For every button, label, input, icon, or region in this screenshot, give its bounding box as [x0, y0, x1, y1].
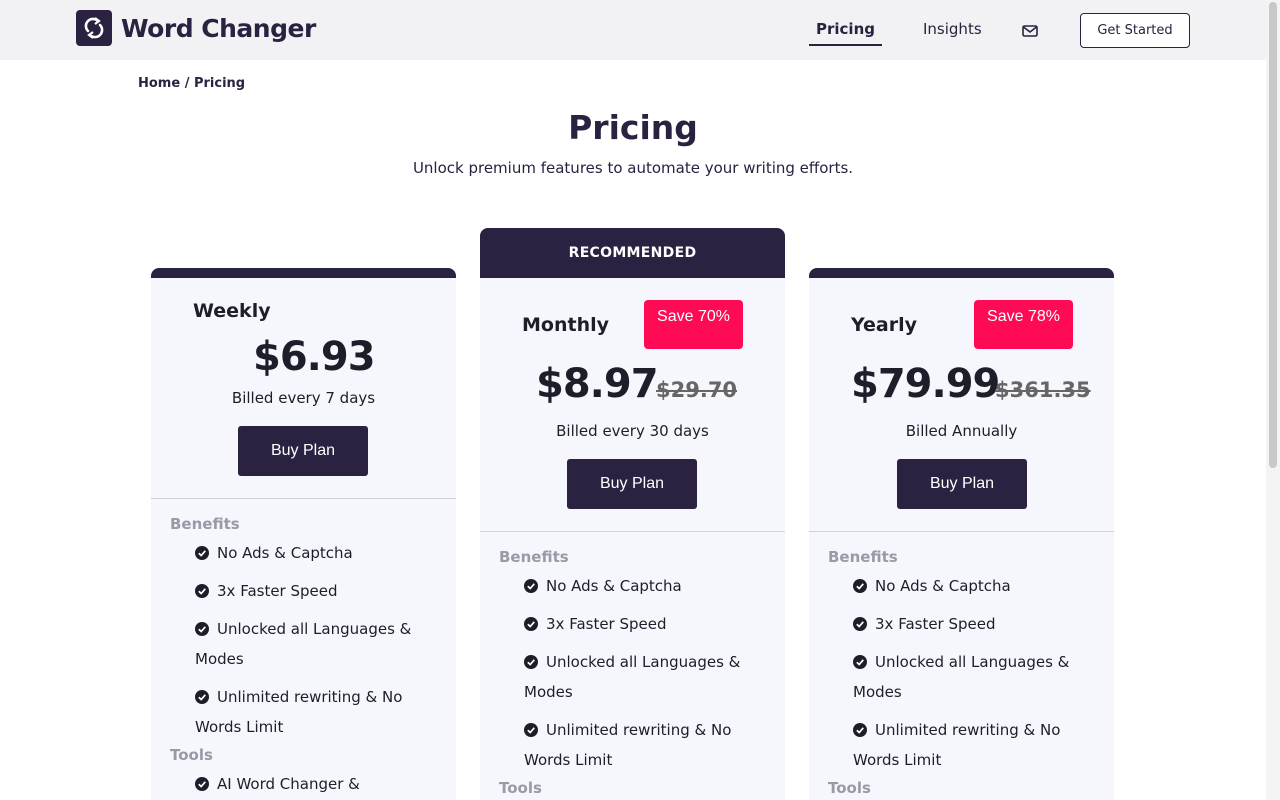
save-badge: Save 70% [644, 300, 743, 349]
tool-item: AI Word Changer & [195, 769, 435, 799]
plan-name: Yearly [851, 314, 917, 336]
billing-period: Billed Annually [905, 422, 1018, 440]
original-price: $361.35 [995, 378, 1091, 402]
check-circle-icon [853, 579, 867, 593]
benefits-label: Benefits [170, 515, 240, 533]
benefit-item: 3x Faster Speed [524, 609, 764, 639]
check-circle-icon [524, 723, 538, 737]
tools-label: Tools [828, 779, 871, 797]
check-circle-icon [524, 655, 538, 669]
benefit-item: 3x Faster Speed [195, 576, 435, 606]
original-price: $29.70 [656, 378, 738, 402]
divider [809, 531, 1114, 532]
brand-name: Word Changer [121, 13, 316, 43]
breadcrumb[interactable]: Home / Pricing [138, 76, 245, 91]
check-circle-icon [195, 690, 209, 704]
benefit-item: Unlocked all Languages & Modes [853, 653, 1070, 701]
check-circle-icon [195, 777, 209, 791]
check-circle-icon [524, 579, 538, 593]
tools-label: Tools [499, 779, 542, 797]
refresh-icon [76, 10, 112, 46]
page-subtitle: Unlock premium features to automate your… [412, 159, 854, 177]
benefits-label: Benefits [828, 548, 898, 566]
plan-price: $8.97 [536, 361, 659, 407]
check-circle-icon [195, 546, 209, 560]
get-started-button[interactable]: Get Started [1080, 13, 1190, 48]
card-topbar [151, 268, 456, 278]
plan-price: $6.93 [253, 334, 376, 380]
plan-card-yearly: Yearly Save 78% $79.99 $361.35 Billed An… [809, 268, 1114, 800]
tools-label: Tools [170, 746, 213, 764]
billing-period: Billed every 30 days [556, 422, 709, 440]
scrollbar-thumb[interactable] [1269, 2, 1277, 468]
plan-name: Monthly [522, 314, 609, 336]
plan-card-monthly: RECOMMENDED Monthly Save 70% $8.97 $29.7… [480, 228, 785, 800]
mail-icon[interactable] [1022, 22, 1038, 41]
check-circle-icon [853, 655, 867, 669]
billing-period: Billed every 7 days [231, 389, 376, 407]
benefit-item: Unlimited rewriting & No Words Limit [195, 688, 403, 736]
brand-logo[interactable]: Word Changer [76, 10, 316, 46]
benefits-label: Benefits [499, 548, 569, 566]
check-circle-icon [853, 723, 867, 737]
divider [480, 531, 785, 532]
benefit-item: Unlocked all Languages & Modes [195, 620, 412, 668]
nav-pricing[interactable]: Pricing [809, 16, 882, 46]
card-topbar [809, 268, 1114, 278]
recommended-banner: RECOMMENDED [480, 228, 785, 278]
plan-price: $79.99 [851, 361, 1000, 407]
benefit-item: No Ads & Captcha [195, 538, 435, 568]
check-circle-icon [195, 622, 209, 636]
plan-name: Weekly [193, 300, 271, 322]
benefit-item: 3x Faster Speed [853, 609, 1093, 639]
save-badge: Save 78% [974, 300, 1073, 349]
nav-insights[interactable]: Insights [923, 20, 982, 38]
check-circle-icon [853, 617, 867, 631]
divider [151, 498, 456, 499]
benefit-item: Unlimited rewriting & No Words Limit [853, 721, 1061, 769]
check-circle-icon [195, 584, 209, 598]
benefit-item: Unlocked all Languages & Modes [524, 653, 741, 701]
top-navbar: Word Changer Pricing Insights Get Starte… [0, 0, 1266, 60]
check-circle-icon [524, 617, 538, 631]
benefit-item: Unlimited rewriting & No Words Limit [524, 721, 732, 769]
buy-plan-button-monthly[interactable]: Buy Plan [567, 459, 697, 509]
benefit-item: No Ads & Captcha [524, 571, 764, 601]
page-title: Pricing [568, 108, 698, 147]
scrollbar[interactable] [1266, 0, 1280, 800]
benefit-item: No Ads & Captcha [853, 571, 1093, 601]
buy-plan-button-yearly[interactable]: Buy Plan [897, 459, 1027, 509]
plan-card-weekly: Weekly $6.93 Billed every 7 days Buy Pla… [151, 268, 456, 800]
buy-plan-button-weekly[interactable]: Buy Plan [238, 426, 368, 476]
